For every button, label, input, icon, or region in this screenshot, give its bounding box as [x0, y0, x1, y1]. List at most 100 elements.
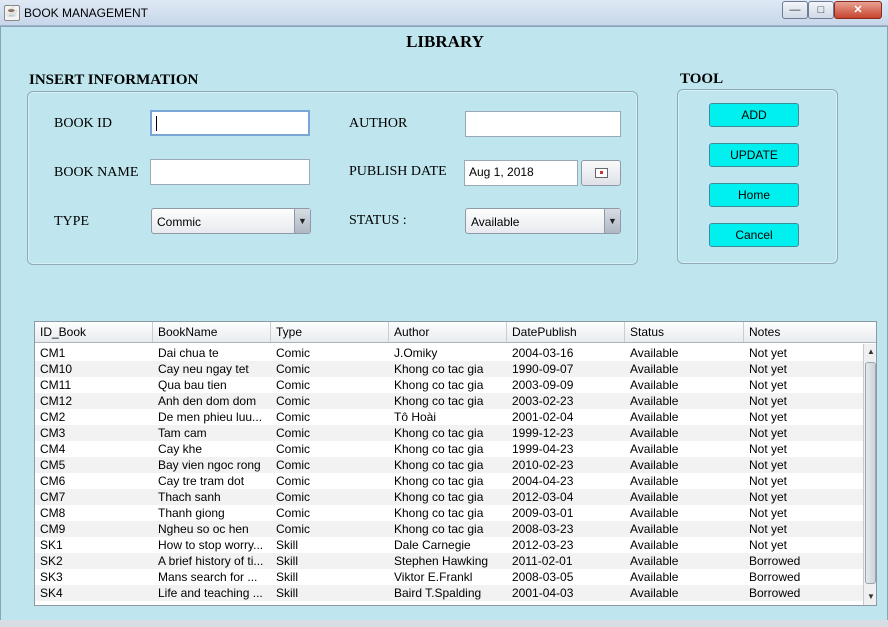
- table-row[interactable]: CM3 Tam cam Comic Khong co tac gia 1999-12-2…: [35, 425, 863, 441]
- table-row[interactable]: CM10 Cay neu ngay tet Comic Khong co tac gi…: [35, 361, 863, 377]
- java-app-icon: ☕: [4, 5, 20, 21]
- table-cell: Dale Carnegie: [394, 538, 471, 552]
- calendar-icon: [595, 168, 608, 178]
- table-cell: Cay tre tram dot: [158, 474, 245, 488]
- book-name-input[interactable]: [150, 159, 310, 185]
- table-header: ID_Book BookName Type Author DatePublish…: [35, 322, 876, 343]
- table-cell: Available: [630, 378, 679, 392]
- table-cell: Not yet: [749, 378, 788, 392]
- table-cell: 2004-04-23: [512, 474, 574, 488]
- column-header-author[interactable]: Author: [389, 322, 507, 342]
- table-cell: Not yet: [749, 506, 788, 520]
- home-button[interactable]: Home: [709, 183, 799, 207]
- table-cell: SK4: [40, 586, 63, 600]
- minimize-button[interactable]: —: [782, 1, 808, 19]
- column-header-notes[interactable]: Notes: [744, 322, 876, 342]
- table-cell: 2001-04-03: [512, 586, 574, 600]
- table-cell: Thach sanh: [158, 490, 221, 504]
- table-cell: Baird T.Spalding: [394, 586, 482, 600]
- table-cell: Available: [630, 426, 679, 440]
- table-row[interactable]: SK1 How to stop worry... Skill Dale Carnegi…: [35, 537, 863, 553]
- table-cell: Not yet: [749, 426, 788, 440]
- table-cell: Not yet: [749, 442, 788, 456]
- add-button[interactable]: ADD: [709, 103, 799, 127]
- table-cell: A brief history of ti...: [158, 554, 264, 568]
- table-cell: Not yet: [749, 458, 788, 472]
- type-label: TYPE: [54, 214, 89, 229]
- table-cell: Khong co tac gia: [394, 378, 484, 392]
- table-cell: Available: [630, 362, 679, 376]
- book-id-input[interactable]: [150, 110, 310, 136]
- table-cell: Comic: [276, 346, 311, 360]
- table-row[interactable]: SK4 Life and teaching ... Skill Baird T.Spa…: [35, 585, 863, 601]
- table-cell: Borrowed: [749, 554, 801, 568]
- close-button[interactable]: ✕: [834, 1, 882, 19]
- table-cell: Tam cam: [158, 426, 207, 440]
- table-cell: Khong co tac gia: [394, 426, 484, 440]
- scroll-up-arrow-icon[interactable]: ▲: [864, 344, 876, 360]
- table-row[interactable]: CM9 Ngheu so oc hen Comic Khong co tac gia 2…: [35, 521, 863, 537]
- column-header-bookname[interactable]: BookName: [153, 322, 271, 342]
- scroll-down-arrow-icon[interactable]: ▼: [864, 589, 876, 605]
- table-row[interactable]: CM5 Bay vien ngoc rong Comic Khong co tac g…: [35, 457, 863, 473]
- maximize-button[interactable]: □: [808, 1, 834, 19]
- table-cell: Skill: [276, 570, 299, 584]
- table-row[interactable]: CM8 Thanh giong Comic Khong co tac gia 2009-…: [35, 505, 863, 521]
- table-cell: 2003-09-09: [512, 378, 574, 392]
- table-cell: CM7: [40, 490, 66, 504]
- table-cell: SK1: [40, 538, 63, 552]
- table-cell: Skill: [276, 586, 299, 600]
- column-header-status[interactable]: Status: [625, 322, 744, 342]
- table-cell: Skill: [276, 538, 299, 552]
- publish-date-input[interactable]: Aug 1, 2018: [464, 160, 578, 186]
- table-cell: CM12: [40, 394, 73, 408]
- table-body: CM1 Dai chua te Comic J.Omiky 2004-03-16 Avai…: [35, 345, 863, 605]
- table-cell: Available: [630, 442, 679, 456]
- table-cell: 2003-02-23: [512, 394, 574, 408]
- table-cell: Khong co tac gia: [394, 474, 484, 488]
- table-row[interactable]: CM6 Cay tre tram dot Comic Khong co tac gia…: [35, 473, 863, 489]
- type-dropdown[interactable]: Commic ▼: [151, 208, 311, 234]
- window-bottom-edge: [0, 620, 888, 627]
- table-cell: 1999-12-23: [512, 426, 574, 440]
- table-cell: Available: [630, 490, 679, 504]
- table-cell: Available: [630, 458, 679, 472]
- table-cell: Comic: [276, 522, 311, 536]
- table-row[interactable]: CM11 Qua bau tien Comic Khong co tac gia 200…: [35, 377, 863, 393]
- cancel-button[interactable]: Cancel: [709, 223, 799, 247]
- column-header-datepublish[interactable]: DatePublish: [507, 322, 625, 342]
- chevron-down-icon[interactable]: ▼: [604, 209, 620, 233]
- table-row[interactable]: CM7 Thach sanh Comic Khong co tac gia 2012-0…: [35, 489, 863, 505]
- table-cell: Ngheu so oc hen: [158, 522, 249, 536]
- status-dropdown[interactable]: Available ▼: [465, 208, 621, 234]
- window-title: BOOK MANAGEMENT: [24, 6, 149, 20]
- table-row[interactable]: CM12 Anh den dom dom Comic Khong co tac gia…: [35, 393, 863, 409]
- table-row[interactable]: CM4 Cay khe Comic Khong co tac gia 1999-04-2…: [35, 441, 863, 457]
- table-row[interactable]: CM1 Dai chua te Comic J.Omiky 2004-03-16 Avai…: [35, 345, 863, 361]
- table-cell: Thanh giong: [158, 506, 225, 520]
- author-input[interactable]: [465, 111, 621, 137]
- table-cell: Viktor E.Frankl: [394, 570, 473, 584]
- update-button[interactable]: UPDATE: [709, 143, 799, 167]
- column-header-id[interactable]: ID_Book: [35, 322, 153, 342]
- table-row[interactable]: SK3 Mans search for ... Skill Viktor E.Fran…: [35, 569, 863, 585]
- column-header-type[interactable]: Type: [271, 322, 389, 342]
- date-picker-button[interactable]: [581, 160, 621, 186]
- table-cell: Available: [630, 474, 679, 488]
- table-cell: 2008-03-23: [512, 522, 574, 536]
- table-cell: Available: [630, 410, 679, 424]
- table-cell: Comic: [276, 442, 311, 456]
- table-row[interactable]: SK2 A brief history of ti... Skill Stephen …: [35, 553, 863, 569]
- table-cell: Borrowed: [749, 570, 801, 584]
- chevron-down-icon[interactable]: ▼: [294, 209, 310, 233]
- table-row[interactable]: CM2 De men phieu luu... Comic Tô Hoài 2001-0…: [35, 409, 863, 425]
- table-cell: 1990-09-07: [512, 362, 574, 376]
- status-label: STATUS :: [349, 213, 407, 228]
- table-cell: Available: [630, 506, 679, 520]
- table-cell: CM2: [40, 410, 66, 424]
- vertical-scrollbar[interactable]: ▲ ▼: [863, 344, 876, 605]
- table-cell: Comic: [276, 474, 311, 488]
- books-table[interactable]: ID_Book BookName Type Author DatePublish…: [34, 321, 877, 606]
- scrollbar-thumb[interactable]: [865, 362, 876, 584]
- author-label: AUTHOR: [349, 116, 408, 131]
